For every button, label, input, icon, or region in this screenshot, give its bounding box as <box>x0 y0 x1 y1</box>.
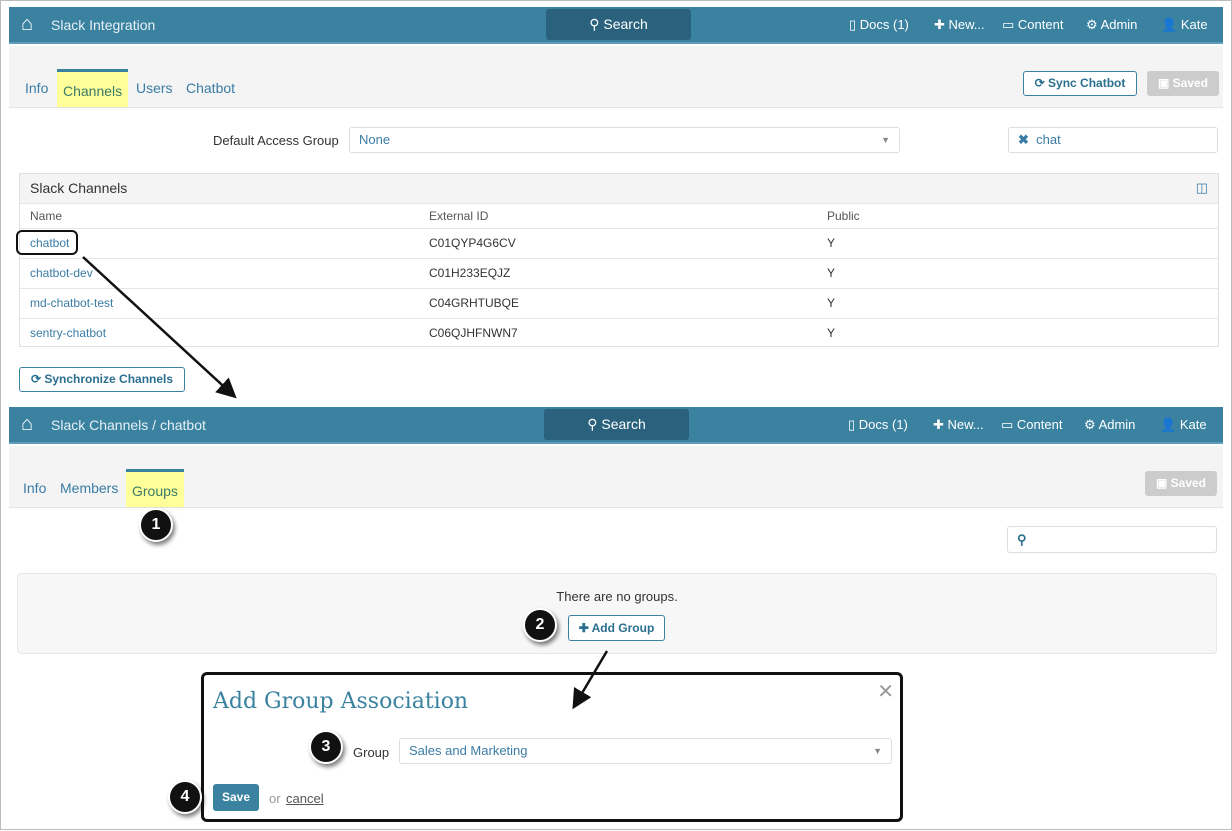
user-link[interactable]: 👤 Kate <box>1161 17 1208 33</box>
home-icon[interactable]: ⌂ <box>21 413 33 436</box>
empty-message: There are no groups. <box>556 589 678 604</box>
detail-tabbar: Info Members Groups ▣ Saved <box>9 446 1223 508</box>
step-badge-2: 2 <box>523 608 557 642</box>
or-text: or <box>269 791 281 806</box>
public-flag: Y <box>827 266 836 280</box>
breadcrumb: Slack Channels / chatbot <box>51 417 206 433</box>
chevron-down-icon: ▼ <box>873 746 882 756</box>
table-row: md-chatbot-test C04GRHTUBQE Y <box>20 288 1218 318</box>
external-id: C01H233EQJZ <box>429 266 511 280</box>
channels-table: Slack Channels ◫ Name External ID Public… <box>19 173 1219 347</box>
top-tabbar: Info Channels Users Chatbot ⟳ Sync Chatb… <box>9 46 1223 108</box>
search-button[interactable]: ⚲ Search <box>544 409 689 440</box>
step-badge-4: 4 <box>168 780 202 814</box>
detail-header: ⌂ Slack Channels / chatbot ⚲ Search ▯ Do… <box>9 407 1223 444</box>
public-flag: Y <box>827 326 836 340</box>
close-icon[interactable]: ✕ <box>877 679 894 704</box>
channel-link[interactable]: sentry-chatbot <box>30 319 106 348</box>
tab-groups[interactable]: Groups <box>126 469 184 507</box>
table-row: sentry-chatbot C06QJHFNWN7 Y <box>20 318 1218 348</box>
column-external-id[interactable]: External ID <box>429 204 488 228</box>
step-badge-1: 1 <box>139 508 173 542</box>
add-group-modal: Add Group Association ✕ Group Sales and … <box>201 672 903 822</box>
channel-link[interactable]: md-chatbot-test <box>30 289 113 318</box>
public-flag: Y <box>827 236 836 250</box>
tab-users[interactable]: Users <box>130 69 179 107</box>
tab-channels[interactable]: Channels <box>57 69 129 107</box>
new-link[interactable]: ✚ New... <box>933 417 984 433</box>
tab-info[interactable]: Info <box>19 69 54 107</box>
new-link[interactable]: ✚ New... <box>934 17 985 33</box>
table-header-row: Name External ID Public <box>20 203 1218 228</box>
tab-chatbot[interactable]: Chatbot <box>180 69 241 107</box>
highlight-box <box>16 230 78 255</box>
filter-input[interactable]: ✖ chat <box>1008 127 1218 153</box>
page-title: Slack Integration <box>51 17 156 33</box>
column-public[interactable]: Public <box>827 204 860 228</box>
columns-icon[interactable]: ◫ <box>1196 180 1208 196</box>
table-title: Slack Channels <box>20 174 1218 203</box>
tab-members[interactable]: Members <box>54 469 124 507</box>
groups-empty-panel: There are no groups. <box>17 573 1217 654</box>
content-link[interactable]: ▭ Content <box>1002 17 1063 33</box>
modal-title: Add Group Association <box>213 689 469 714</box>
docs-link[interactable]: ▯ Docs (1) <box>848 417 908 433</box>
sync-chatbot-button[interactable]: ⟳ Sync Chatbot <box>1023 71 1137 96</box>
groups-search-input[interactable]: ⚲ <box>1007 526 1217 553</box>
column-name[interactable]: Name <box>30 204 62 228</box>
chevron-down-icon: ▼ <box>881 135 890 145</box>
table-row: chatbot C01QYP4G6CV Y <box>20 228 1218 258</box>
default-access-select[interactable]: None ▼ <box>349 127 900 153</box>
default-access-label: Default Access Group <box>213 133 339 148</box>
docs-link[interactable]: ▯ Docs (1) <box>849 17 909 33</box>
group-select[interactable]: Sales and Marketing ▼ <box>399 738 892 764</box>
search-icon: ⚲ <box>1017 532 1027 547</box>
saved-button[interactable]: ▣ Saved <box>1145 471 1217 496</box>
channel-link[interactable]: chatbot-dev <box>30 259 93 288</box>
step-badge-3: 3 <box>309 730 343 764</box>
external-id: C06QJHFNWN7 <box>429 326 518 340</box>
group-label: Group <box>353 745 390 760</box>
content-link[interactable]: ▭ Content <box>1001 417 1062 433</box>
admin-link[interactable]: ⚙ Admin <box>1086 17 1137 33</box>
home-icon[interactable]: ⌂ <box>21 13 33 36</box>
save-button[interactable]: Save <box>213 784 259 811</box>
search-button[interactable]: ⚲ Search <box>546 9 691 40</box>
admin-link[interactable]: ⚙ Admin <box>1084 417 1135 433</box>
add-group-button[interactable]: ✚ Add Group <box>568 615 665 641</box>
external-id: C04GRHTUBQE <box>429 296 520 310</box>
synchronize-channels-button[interactable]: ⟳ Synchronize Channels <box>19 367 185 392</box>
clear-icon[interactable]: ✖ <box>1018 132 1029 147</box>
public-flag: Y <box>827 296 836 310</box>
saved-button[interactable]: ▣ Saved <box>1147 71 1219 96</box>
tab-info[interactable]: Info <box>17 469 52 507</box>
user-link[interactable]: 👤 Kate <box>1160 417 1207 433</box>
top-header: ⌂ Slack Integration ⚲ Search ▯ Docs (1) … <box>9 7 1223 44</box>
cancel-link[interactable]: cancel <box>286 791 324 806</box>
external-id: C01QYP4G6CV <box>429 236 516 250</box>
table-row: chatbot-dev C01H233EQJZ Y <box>20 258 1218 288</box>
